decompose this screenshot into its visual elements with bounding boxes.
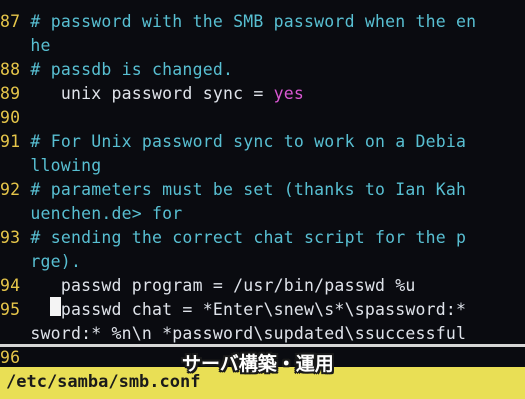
editor-line: 91 # For Unix password sync to work on a…	[0, 132, 467, 151]
text-cursor	[50, 297, 61, 316]
editor-line: 88 # passdb is changed.	[0, 60, 234, 79]
editor-line-current: 95 passwd chat = *Enter\snew\s*\spasswor…	[0, 300, 467, 319]
editor-line: 90	[0, 108, 21, 127]
caption-overlay: サーバ構築・運用	[182, 353, 334, 375]
editor-line: llowing	[30, 156, 102, 175]
editor-line: he	[30, 36, 51, 55]
editor-line: 93 # sending the correct chat script for…	[0, 228, 467, 247]
editor-line: 94 passwd program = /usr/bin/passwd %u	[0, 276, 416, 295]
editor-line: 89 unix password sync = yes	[0, 84, 305, 103]
editor-line: rge).	[30, 252, 82, 271]
editor-line: 87 # password with the SMB password when…	[0, 12, 477, 31]
editor-line: sword:* %n\n *password\supdated\ssuccess…	[30, 324, 467, 343]
editor-line: uenchen.de> for	[30, 204, 183, 223]
editor-line: 92 # parameters must be set (thanks to I…	[0, 180, 467, 199]
status-filename: /etc/samba/smb.conf	[6, 372, 201, 392]
terminal-editor[interactable]: 87 # password with the SMB password when…	[0, 0, 525, 367]
